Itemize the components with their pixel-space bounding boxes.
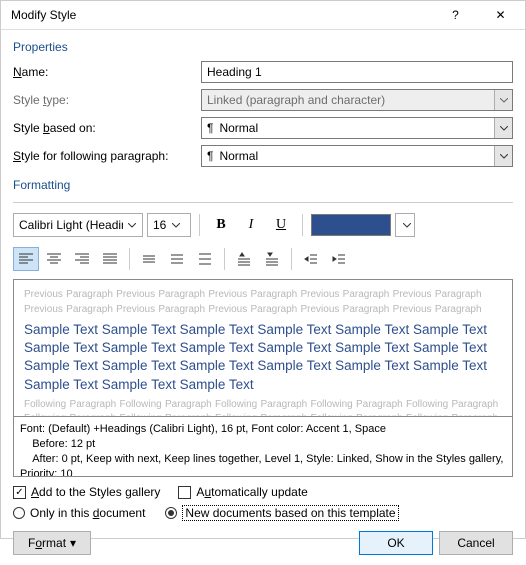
checkbox-checked-icon: ✓ <box>13 486 26 499</box>
decrease-indent-button[interactable] <box>298 247 324 271</box>
increase-space-before-button[interactable] <box>231 247 257 271</box>
line-spacing-1-icon <box>141 252 157 266</box>
increase-indent-button[interactable] <box>326 247 352 271</box>
following-para-select[interactable]: ¶Normal <box>201 145 513 167</box>
checkbox-unchecked-icon <box>178 486 191 499</box>
font-size-combo[interactable]: 16 <box>147 213 191 237</box>
spacing-2-button[interactable] <box>192 247 218 271</box>
align-left-icon <box>18 252 34 266</box>
align-justify-button[interactable] <box>97 247 123 271</box>
format-button[interactable]: Format▾ <box>13 531 91 555</box>
ok-button[interactable]: OK <box>359 531 433 555</box>
following-para-label: Style for following paragraph: <box>13 149 201 163</box>
spacing-1.5-button[interactable] <box>164 247 190 271</box>
name-input[interactable]: Heading 1 <box>201 61 513 83</box>
style-type-label: Style type: <box>13 93 201 107</box>
style-description: Font: (Default) +Headings (Calibri Light… <box>13 417 513 477</box>
chevron-down-icon[interactable] <box>494 118 512 138</box>
align-center-button[interactable] <box>41 247 67 271</box>
new-documents-radio[interactable]: New documents based on this template <box>165 505 398 521</box>
increase-indent-icon <box>331 252 347 266</box>
decrease-indent-icon <box>303 252 319 266</box>
cancel-button[interactable]: Cancel <box>439 531 513 555</box>
help-button[interactable]: ? <box>433 1 478 29</box>
properties-section-label: Properties <box>13 40 513 54</box>
based-on-label: Style based on: <box>13 121 201 135</box>
preview-sample-text: Sample Text Sample Text Sample Text Samp… <box>24 321 502 394</box>
auto-update-checkbox[interactable]: Automatically update <box>178 485 307 499</box>
based-on-select[interactable]: ¶Normal <box>201 117 513 139</box>
align-center-icon <box>46 252 62 266</box>
chevron-down-icon <box>126 214 139 236</box>
underline-button[interactable]: U <box>268 213 294 237</box>
bold-button[interactable]: B <box>208 213 234 237</box>
paragraph-icon: ¶ <box>207 149 213 163</box>
preview-previous-text: Previous Paragraph Previous Paragraph Pr… <box>24 288 502 317</box>
bold-icon: B <box>216 217 225 233</box>
line-spacing-2-icon <box>197 252 213 266</box>
font-name-combo[interactable]: Calibri Light (Headings) <box>13 213 143 237</box>
close-button[interactable]: ✕ <box>478 1 523 29</box>
space-before-down-icon <box>264 252 280 266</box>
add-to-gallery-checkbox[interactable]: ✓ Add to the Styles gallery <box>13 485 160 499</box>
decrease-space-before-button[interactable] <box>259 247 285 271</box>
close-icon: ✕ <box>495 8 505 22</box>
titlebar: Modify Style ? ✕ <box>1 1 525 30</box>
font-color-dropdown[interactable] <box>395 213 415 237</box>
italic-icon: I <box>249 217 254 233</box>
window-title: Modify Style <box>11 8 433 22</box>
chevron-down-icon <box>400 214 414 236</box>
help-icon: ? <box>452 8 459 22</box>
color-swatch-fill <box>312 215 390 235</box>
divider <box>13 202 513 203</box>
radio-unchecked-icon <box>13 507 25 519</box>
formatting-section-label: Formatting <box>13 178 513 192</box>
name-label: Name: <box>13 65 201 79</box>
chevron-down-icon <box>169 214 183 236</box>
font-color-picker[interactable] <box>311 214 391 236</box>
space-before-up-icon <box>236 252 252 266</box>
align-justify-icon <box>102 252 118 266</box>
radio-checked-icon <box>165 507 177 519</box>
style-type-select: Linked (paragraph and character) <box>201 89 513 111</box>
align-left-button[interactable] <box>13 247 39 271</box>
align-right-button[interactable] <box>69 247 95 271</box>
preview-pane: Previous Paragraph Previous Paragraph Pr… <box>13 279 513 417</box>
menu-down-icon: ▾ <box>70 536 76 550</box>
modify-style-dialog: Modify Style ? ✕ Properties Name: Headin… <box>0 0 526 539</box>
chevron-down-icon <box>494 90 512 110</box>
chevron-down-icon[interactable] <box>494 146 512 166</box>
only-this-document-radio[interactable]: Only in this document <box>13 506 145 520</box>
paragraph-icon: ¶ <box>207 121 213 135</box>
italic-button[interactable]: I <box>238 213 264 237</box>
spacing-1-button[interactable] <box>136 247 162 271</box>
line-spacing-1.5-icon <box>169 252 185 266</box>
preview-following-text: Following Paragraph Following Paragraph … <box>24 398 502 417</box>
align-right-icon <box>74 252 90 266</box>
underline-icon: U <box>276 217 286 233</box>
